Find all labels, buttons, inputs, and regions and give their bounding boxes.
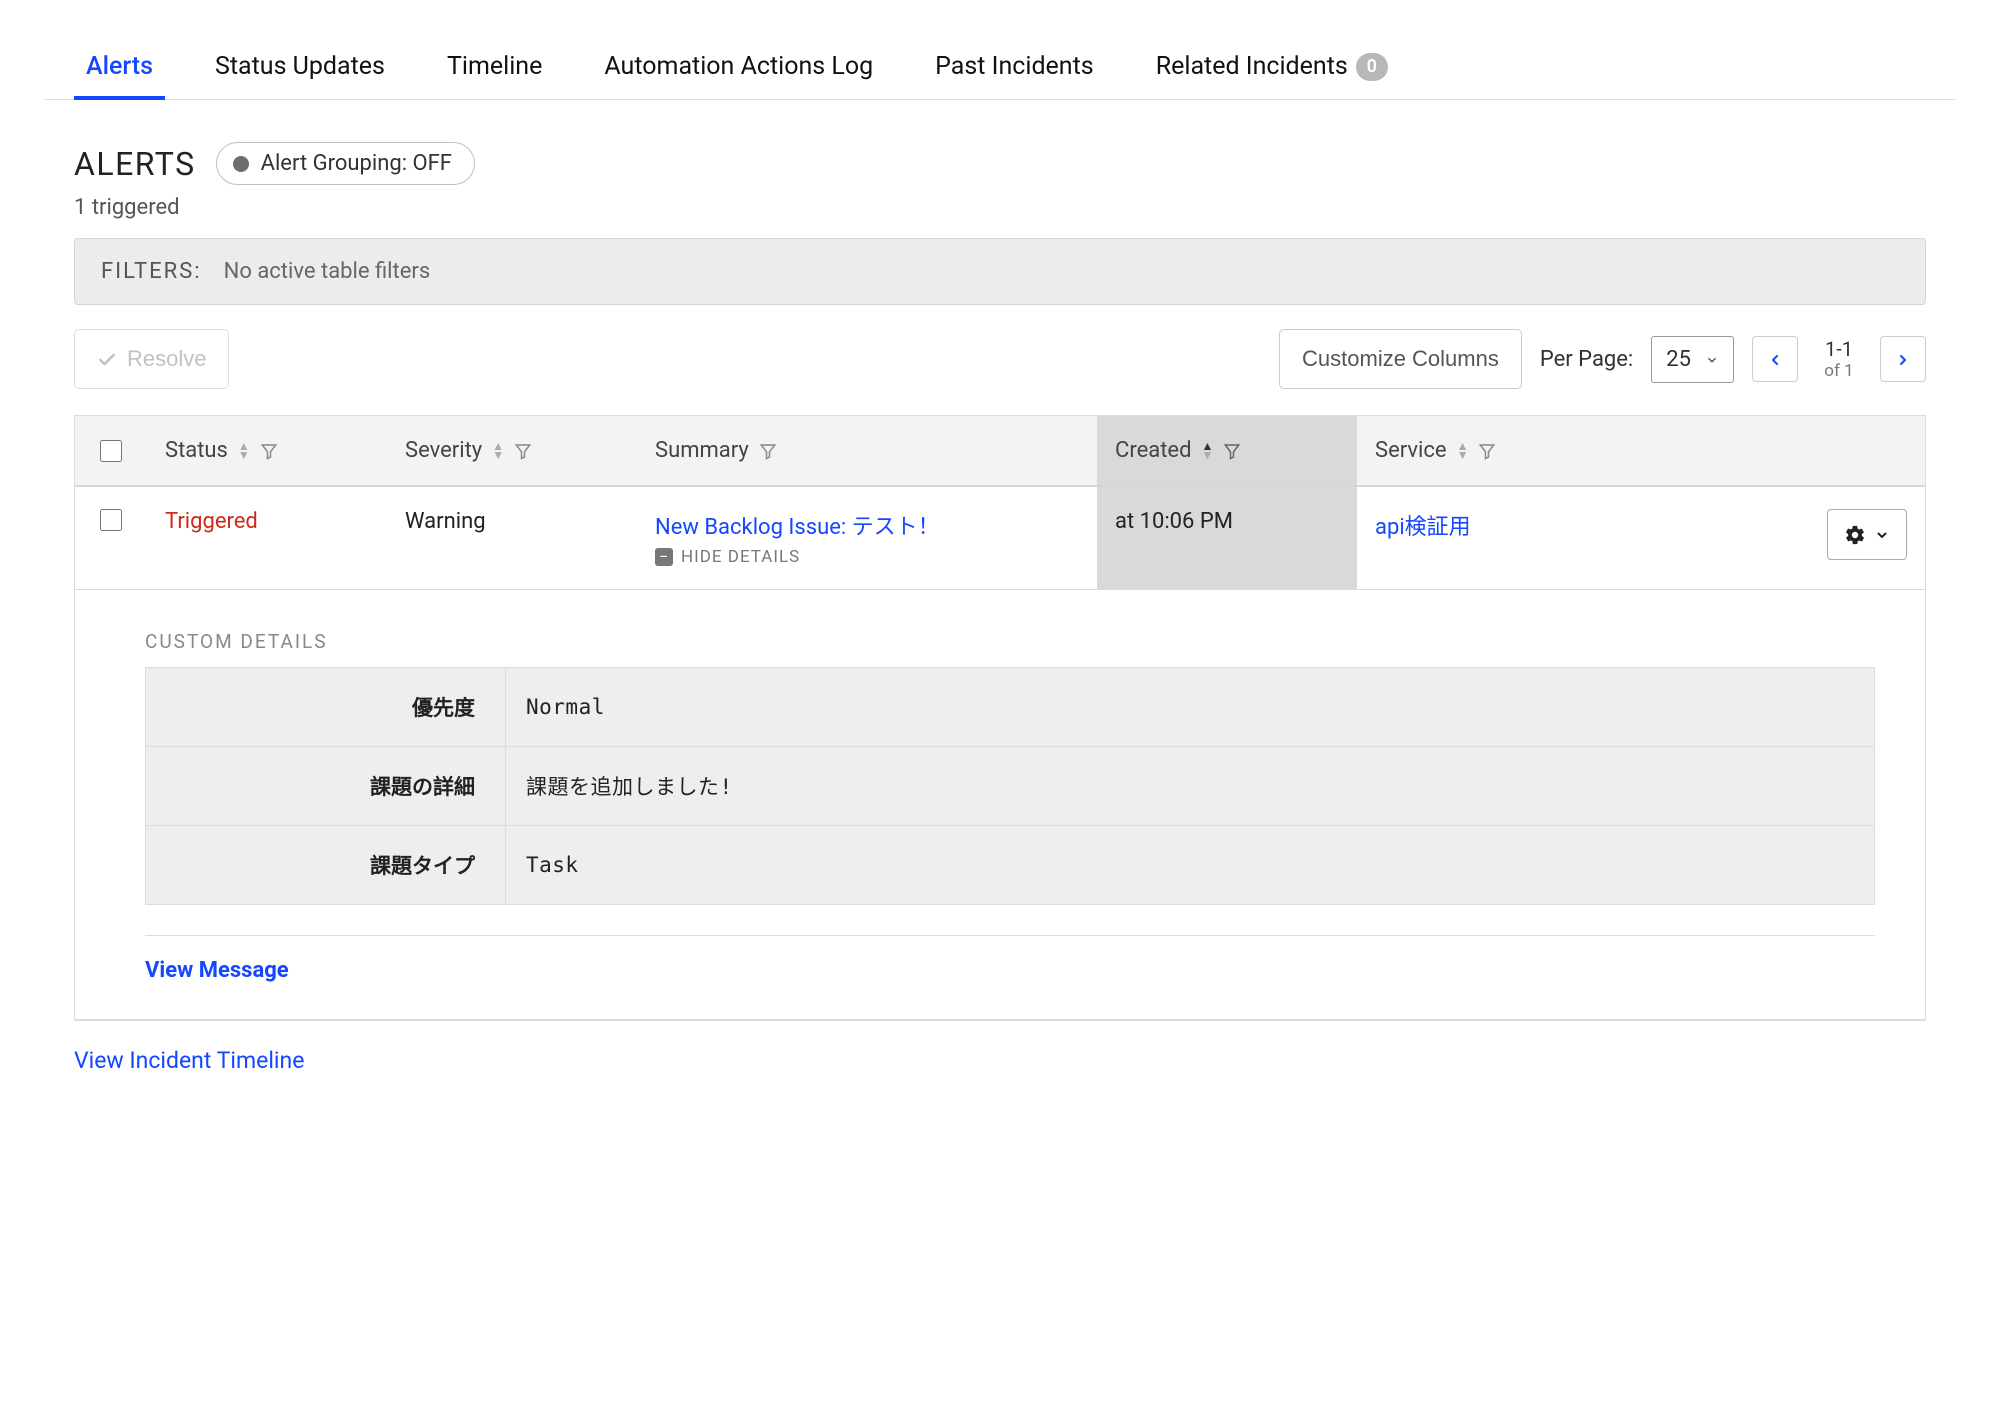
filters-bar: FILTERS: No active table filters — [74, 238, 1926, 305]
severity-value: Warning — [405, 509, 486, 534]
column-created[interactable]: Created ▲▼ — [1097, 416, 1357, 485]
per-page-select[interactable]: 25 — [1651, 336, 1734, 383]
filter-icon[interactable] — [759, 440, 777, 461]
filters-text: No active table filters — [224, 259, 431, 284]
detail-row: 課題タイプ Task — [146, 826, 1875, 905]
resolve-button[interactable]: Resolve — [74, 329, 229, 389]
filter-icon[interactable] — [260, 440, 278, 461]
pager-of: of 1 — [1816, 361, 1862, 381]
detail-value: 課題を追加しました! — [506, 747, 1875, 826]
column-actions — [1567, 416, 1925, 485]
filter-icon[interactable] — [1478, 440, 1496, 461]
chevron-right-icon — [1895, 346, 1911, 372]
pager-range: 1-1 — [1816, 337, 1862, 361]
alerts-heading-row: ALERTS Alert Grouping: OFF — [74, 142, 1926, 185]
detail-key: 課題の詳細 — [146, 747, 506, 826]
detail-row: 優先度 Normal — [146, 668, 1875, 747]
resolve-label: Resolve — [127, 346, 206, 372]
hide-details-toggle[interactable]: − HIDE DETAILS — [655, 547, 1079, 567]
minus-icon: − — [655, 548, 673, 566]
tab-past-incidents[interactable]: Past Incidents — [923, 24, 1106, 99]
status-badge: Triggered — [165, 509, 258, 534]
status-dot-icon — [233, 156, 249, 172]
filter-icon[interactable] — [514, 440, 532, 461]
table-header-row: Status ▲▼ Severity ▲▼ Summary — [75, 416, 1925, 487]
sort-icon: ▲▼ — [238, 442, 250, 460]
sort-icon: ▲▼ — [492, 442, 504, 460]
column-label: Severity — [405, 438, 482, 463]
tab-alerts[interactable]: Alerts — [74, 24, 165, 99]
hide-details-label: HIDE DETAILS — [681, 547, 800, 567]
tab-label: Automation Actions Log — [604, 52, 873, 81]
alert-details-panel: CUSTOM DETAILS 優先度 Normal 課題の詳細 課題を追加しまし… — [75, 590, 1925, 1020]
view-incident-timeline-link[interactable]: View Incident Timeline — [74, 1047, 1956, 1074]
tab-timeline[interactable]: Timeline — [435, 24, 554, 99]
row-actions-menu[interactable] — [1827, 509, 1907, 560]
detail-key: 優先度 — [146, 668, 506, 747]
column-label: Created — [1115, 438, 1191, 463]
column-label: Summary — [655, 438, 749, 463]
tab-label: Past Incidents — [935, 52, 1094, 81]
tab-label: Alerts — [86, 52, 153, 81]
next-page-button[interactable] — [1880, 336, 1926, 382]
tab-status-updates[interactable]: Status Updates — [203, 24, 397, 99]
custom-details-title: CUSTOM DETAILS — [145, 630, 1875, 653]
per-page-value: 25 — [1666, 347, 1691, 372]
grouping-label: Alert Grouping: OFF — [261, 151, 452, 176]
column-service[interactable]: Service ▲▼ — [1357, 416, 1567, 485]
tab-label: Status Updates — [215, 52, 385, 81]
chevron-left-icon — [1767, 346, 1783, 372]
prev-page-button[interactable] — [1752, 336, 1798, 382]
detail-value: Normal — [506, 668, 1875, 747]
customize-columns-button[interactable]: Customize Columns — [1279, 329, 1522, 389]
table-row: Triggered Warning New Backlog Issue: テスト… — [75, 487, 1925, 590]
column-label: Service — [1375, 438, 1447, 463]
alert-grouping-toggle[interactable]: Alert Grouping: OFF — [216, 142, 475, 185]
view-message-link[interactable]: View Message — [145, 958, 289, 983]
filters-label: FILTERS: — [101, 259, 202, 284]
check-icon — [97, 346, 117, 372]
alerts-table: Status ▲▼ Severity ▲▼ Summary — [74, 415, 1926, 1021]
column-label: Status — [165, 438, 228, 463]
customize-columns-label: Customize Columns — [1302, 346, 1499, 372]
tabs-bar: Alerts Status Updates Timeline Automatio… — [44, 24, 1956, 100]
tab-label: Related Incidents — [1156, 52, 1348, 81]
gear-icon — [1844, 522, 1866, 547]
column-checkbox — [75, 416, 147, 485]
detail-value: Task — [506, 826, 1875, 905]
column-severity[interactable]: Severity ▲▼ — [387, 416, 637, 485]
custom-details-table: 優先度 Normal 課題の詳細 課題を追加しました! 課題タイプ Task — [145, 667, 1875, 905]
column-summary[interactable]: Summary — [637, 416, 1097, 485]
pager-text: 1-1 of 1 — [1816, 337, 1862, 381]
row-checkbox[interactable] — [100, 509, 122, 531]
detail-row: 課題の詳細 課題を追加しました! — [146, 747, 1875, 826]
chevron-down-icon — [1874, 522, 1890, 547]
per-page-label: Per Page: — [1540, 347, 1633, 372]
created-value: at 10:06 PM — [1115, 509, 1233, 534]
divider — [145, 935, 1875, 936]
tab-related-incidents[interactable]: Related Incidents 0 — [1144, 24, 1400, 99]
triggered-count: 1 triggered — [74, 195, 1926, 220]
sort-icon: ▲▼ — [1201, 442, 1213, 460]
alert-summary-link[interactable]: New Backlog Issue: テスト！ — [655, 509, 1079, 541]
detail-key: 課題タイプ — [146, 826, 506, 905]
tab-label: Timeline — [447, 52, 542, 81]
chevron-down-icon — [1705, 347, 1719, 372]
page-title: ALERTS — [74, 145, 196, 183]
column-status[interactable]: Status ▲▼ — [147, 416, 387, 485]
service-link[interactable]: api検証用 — [1375, 515, 1471, 540]
filter-icon[interactable] — [1223, 440, 1241, 461]
count-badge: 0 — [1356, 53, 1388, 81]
alerts-toolbar: Resolve Customize Columns Per Page: 25 — [74, 329, 1926, 389]
tab-automation-actions-log[interactable]: Automation Actions Log — [592, 24, 885, 99]
select-all-checkbox[interactable] — [100, 440, 122, 462]
sort-icon: ▲▼ — [1457, 442, 1469, 460]
